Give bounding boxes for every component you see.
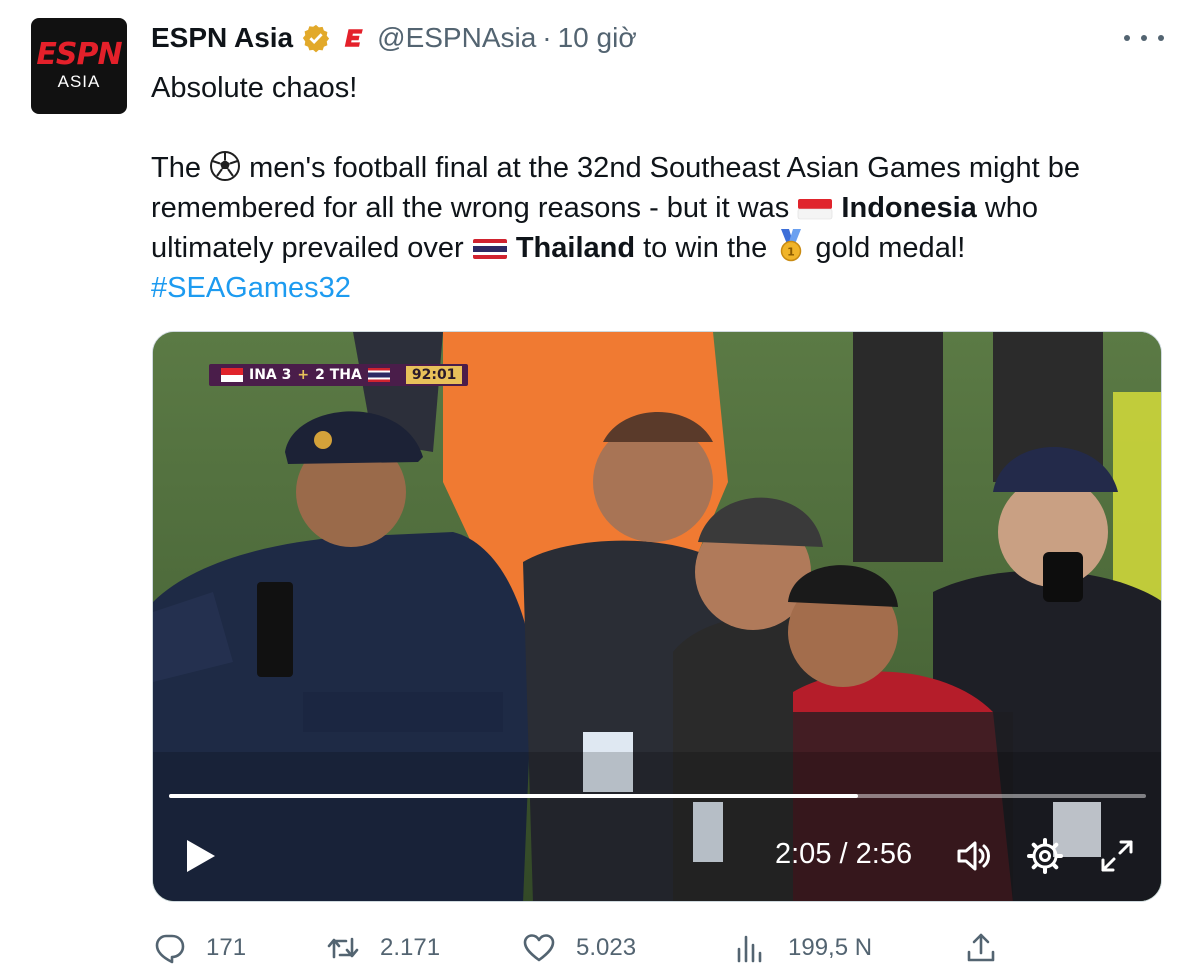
country-indonesia: Indonesia <box>841 192 977 224</box>
share-button[interactable] <box>964 928 998 968</box>
video-progress-fill <box>169 794 858 798</box>
play-icon[interactable] <box>183 838 219 874</box>
reply-button[interactable]: 171 <box>152 928 246 968</box>
espn-e-icon <box>344 29 363 47</box>
retweet-button[interactable]: 2.171 <box>326 928 440 968</box>
volume-icon[interactable] <box>953 836 993 876</box>
text-segment: gold medal! <box>815 232 966 264</box>
text-segment: to win the <box>643 232 768 264</box>
gold-medal-icon: 1 <box>781 229 802 262</box>
indonesia-flag-icon <box>798 199 833 220</box>
indonesia-flag-icon <box>221 368 243 382</box>
tweet-actions: 171 2.171 5.023 199,5 N <box>0 928 1192 968</box>
text-segment: The <box>151 152 201 184</box>
match-clock: 92:01 <box>405 366 463 384</box>
fullscreen-icon[interactable] <box>1097 836 1137 876</box>
retweet-count: 2.171 <box>380 934 441 961</box>
soccer-ball-icon <box>210 151 241 181</box>
tweet-header: ESPN Asia @ESPNAsia · 10 giờ <box>151 20 637 56</box>
thailand-flag-icon <box>472 239 507 259</box>
views-count: 199,5 N <box>788 934 873 961</box>
duration: 2:56 <box>855 838 913 870</box>
score-team1: INA <box>249 367 277 383</box>
like-icon <box>523 934 555 962</box>
score-value2: 2 <box>315 367 325 383</box>
like-count: 5.023 <box>576 934 637 961</box>
hashtag-link[interactable]: #SEAGames32 <box>151 272 351 304</box>
avatar-brand: ESPN <box>36 37 122 72</box>
settings-icon[interactable] <box>1025 836 1065 876</box>
author-name[interactable]: ESPN Asia <box>151 22 293 54</box>
video-player[interactable]: INA 3 + 2 THA 92:01 2:05 / 2:56 <box>152 331 1162 902</box>
current-time: 2:05 <box>775 838 832 870</box>
scorebug: INA 3 + 2 THA 92:01 <box>209 364 469 386</box>
thailand-flag-icon <box>367 368 390 382</box>
verified-badge-icon <box>303 24 330 53</box>
video-frame <box>153 332 1161 901</box>
reply-count: 171 <box>206 934 247 961</box>
svg-text:1: 1 <box>788 246 796 259</box>
avatar[interactable]: ESPN ASIA <box>31 18 127 114</box>
reply-icon <box>155 934 185 964</box>
views-button[interactable]: 199,5 N <box>734 928 872 968</box>
time-separator: / <box>839 838 848 870</box>
video-timecode: 2:05 / 2:56 <box>775 838 912 871</box>
score-value1: 3 <box>281 367 292 383</box>
views-icon <box>737 935 762 963</box>
tweet-line: Absolute chaos! <box>151 72 358 104</box>
like-button[interactable]: 5.023 <box>522 928 636 968</box>
tweet-paragraph: The men's football final at the 32nd Sou… <box>151 148 1161 268</box>
separator-dot: · <box>542 22 552 53</box>
tweet-time[interactable]: 10 giờ <box>558 22 637 54</box>
share-icon <box>967 933 995 962</box>
video-progress-bar[interactable] <box>169 794 1146 798</box>
tweet-text: Absolute chaos! The men's football final… <box>151 68 1161 308</box>
score-team2: THA <box>329 367 362 383</box>
author-handle[interactable]: @ESPNAsia <box>377 22 536 54</box>
country-thailand: Thailand <box>515 232 636 264</box>
avatar-sub: ASIA <box>57 72 101 91</box>
retweet-icon <box>327 937 359 959</box>
more-options-icon[interactable] <box>1124 26 1164 50</box>
